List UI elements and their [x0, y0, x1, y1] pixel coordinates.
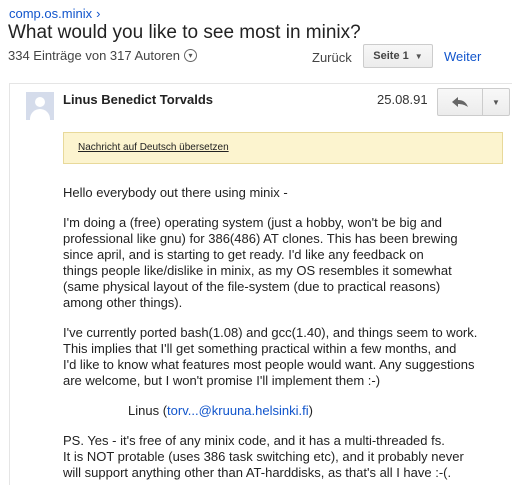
caret-down-icon: ▼	[492, 97, 500, 107]
back-button[interactable]: Zurück	[312, 50, 352, 65]
reply-button-group: ▼	[437, 88, 510, 116]
message-ps: PS. Yes - it's free of any minix code, a…	[63, 433, 464, 480]
chevron-right-icon: ›	[96, 6, 101, 21]
reply-icon	[452, 97, 468, 107]
message-greeting: Hello everybody out there using minix -	[63, 185, 288, 200]
signature: Linus (torv...@kruuna.helsinki.fi)	[128, 403, 512, 419]
thread-title: What would you like to see most in minix…	[8, 22, 361, 43]
avatar[interactable]	[26, 92, 54, 120]
message-paragraph: I've currently ported bash(1.08) and gcc…	[63, 325, 478, 388]
email-link[interactable]: torv...@kruuna.helsinki.fi	[167, 403, 309, 418]
next-button[interactable]: Weiter	[444, 49, 481, 64]
signature-paren: )	[308, 403, 313, 418]
page-select[interactable]: Seite 1 ▼	[363, 44, 433, 68]
thread-meta: 334 Einträge von 317 Autoren ▾	[8, 48, 198, 63]
post-date: 25.08.91	[377, 92, 428, 107]
page-select-label: Seite 1	[373, 50, 409, 62]
author-name[interactable]: Linus Benedict Torvalds	[63, 92, 213, 107]
translate-link[interactable]: Nachricht auf Deutsch übersetzen	[78, 142, 229, 153]
more-actions-button[interactable]: ▼	[483, 89, 509, 115]
breadcrumb: comp.os.minix ›	[9, 6, 100, 21]
reply-button[interactable]	[438, 89, 483, 115]
caret-down-icon: ▼	[414, 51, 423, 61]
chevron-down-circle-icon[interactable]: ▾	[184, 49, 198, 62]
translate-banner: Nachricht auf Deutsch übersetzen	[63, 132, 503, 164]
group-link[interactable]: comp.os.minix	[9, 6, 92, 21]
post-card: Linus Benedict Torvalds 25.08.91 ▼ Nachr…	[9, 83, 512, 485]
message-paragraph: I'm doing a (free) operating system (jus…	[63, 215, 458, 310]
signature-name: Linus	[128, 403, 160, 418]
message-body: Hello everybody out there using minix - …	[63, 185, 512, 495]
pager: Zurück Seite 1 ▼ Weiter	[312, 44, 481, 70]
thread-meta-text: 334 Einträge von 317 Autoren	[8, 48, 181, 63]
